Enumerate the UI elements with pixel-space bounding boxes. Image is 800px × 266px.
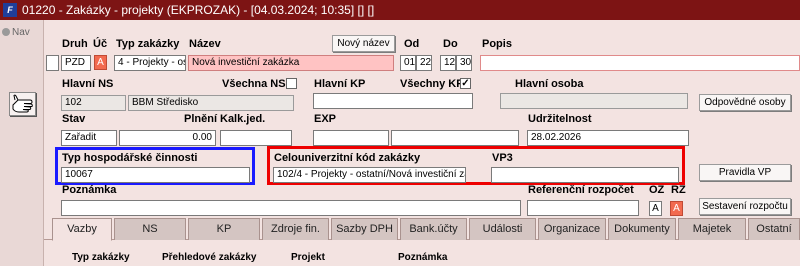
hlavni-osoba-field[interactable] — [500, 93, 688, 109]
column-header-projekt: Projekt — [291, 252, 325, 263]
poznamka-label: Poznámka — [62, 184, 117, 196]
od-year-field[interactable]: 22 — [416, 55, 432, 71]
tab-organizace[interactable]: Organizace — [538, 218, 606, 240]
pravidla-vp-button[interactable]: Pravidla VP — [699, 164, 791, 181]
hlavni-osoba-label: Hlavní osoba — [515, 78, 584, 90]
nav-toggle[interactable]: Nav — [2, 27, 30, 38]
druh-field[interactable]: PZD — [61, 55, 91, 71]
tab-ostatni[interactable]: Ostatní — [748, 218, 800, 240]
udrzitelnost-label: Udržitelnost — [528, 113, 592, 125]
sestaveni-rozpoctu-button[interactable]: Sestavení rozpočtu — [699, 198, 791, 215]
novy-nazev-button[interactable]: Nový název — [332, 35, 395, 52]
tab-dokumenty[interactable]: Dokumenty — [608, 218, 676, 240]
vsechna-ns-checkbox[interactable] — [286, 78, 297, 89]
row-selector[interactable] — [46, 55, 59, 71]
do-label: Do — [443, 38, 458, 50]
exp-field-2[interactable] — [391, 130, 519, 146]
udrzitelnost-field[interactable]: 28.02.2026 — [527, 130, 689, 146]
exp-label: EXP — [314, 113, 337, 125]
tab-ns[interactable]: NS — [114, 218, 186, 240]
stav-label: Stav — [62, 113, 86, 125]
vp3-field[interactable] — [491, 167, 679, 183]
window-titlebar: F 01220 - Zakázky - projekty (EKPROZAK) … — [0, 0, 800, 20]
rz-label: RZ — [671, 184, 686, 196]
ns-code-field[interactable]: 102 — [61, 95, 126, 111]
referencni-rozpocet-label: Referenční rozpočet — [528, 184, 634, 196]
poznamka-field[interactable] — [61, 200, 521, 216]
tab-kp[interactable]: KP — [188, 218, 260, 240]
nazev-field[interactable]: Nová investiční zakázka — [188, 55, 394, 71]
plneni-field[interactable]: 0.00 — [119, 130, 216, 146]
ns-name-field: BBM Středisko — [128, 95, 294, 111]
typ-hosp-cinnosti-label: Typ hospodářské činnosti — [62, 152, 198, 164]
nazev-label: Název — [189, 38, 221, 50]
rz-field[interactable]: A — [670, 201, 683, 216]
column-header-typ-zakazky: Typ zakázky — [72, 252, 130, 263]
oz-label: OZ — [649, 184, 665, 196]
referencni-rozpocet-field[interactable] — [527, 200, 639, 216]
column-header-prehledove-zakazky: Přehledové zakázky — [162, 252, 257, 263]
od-month-field[interactable]: 01 — [400, 55, 416, 71]
typ-zakazky-field[interactable]: 4 - Projekty - ostatní — [114, 55, 186, 71]
pointer-hand-button[interactable] — [9, 92, 36, 116]
left-navigation-panel: Nav — [0, 20, 44, 266]
stav-field[interactable]: Zařadit — [61, 130, 117, 146]
uc-label: Úč — [93, 38, 108, 50]
kod-zakazky-field[interactable]: 102/4 - Projekty - ostatní/Nová investič… — [273, 167, 466, 183]
column-header-poznamka: Poznámka — [398, 252, 448, 263]
do-year-field[interactable]: 30 — [456, 55, 472, 71]
popis-field[interactable] — [480, 55, 800, 71]
typ-hosp-cinnosti-field[interactable]: 10067 — [61, 167, 250, 183]
tab-vazby[interactable]: Vazby — [52, 218, 112, 241]
pointing-hand-icon — [12, 94, 33, 113]
vsechna-ns-label: Všechna NS — [222, 78, 286, 90]
detail-tab-bar: Vazby NS KP Zdroje fin. Sazby DPH Bank.ú… — [44, 218, 800, 241]
hlavni-kp-label: Hlavní KP — [314, 78, 366, 90]
kalk-jed-field[interactable] — [220, 130, 292, 146]
typ-zakazky-label: Typ zakázky — [116, 38, 180, 50]
kod-zakazky-label: Celouniverzitní kód zakázky — [274, 152, 421, 164]
odpovedne-osoby-button[interactable]: Odpovědné osoby — [699, 94, 791, 111]
window-title: 01220 - Zakázky - projekty (EKPROZAK) - … — [22, 3, 375, 17]
oz-field[interactable]: A — [649, 201, 662, 216]
nav-radio-icon[interactable] — [2, 28, 10, 36]
tab-majetek[interactable]: Majetek — [678, 218, 746, 240]
app-logo-icon: F — [3, 3, 17, 17]
vsechny-kp-label: Všechny KP — [400, 78, 464, 90]
exp-field-1[interactable] — [313, 130, 389, 146]
do-month-field[interactable]: 12 — [440, 55, 456, 71]
plneni-label: Plnění — [184, 113, 218, 125]
tab-sazby-dph[interactable]: Sazby DPH — [331, 218, 398, 240]
od-label: Od — [404, 38, 420, 50]
vsechny-kp-checkbox[interactable]: ✓ — [460, 78, 471, 89]
hlavni-kp-field[interactable] — [313, 93, 473, 109]
vp3-label: VP3 — [492, 152, 513, 164]
nav-label: Nav — [12, 27, 30, 38]
hlavni-ns-label: Hlavní NS — [62, 78, 114, 90]
tab-bank-ucty[interactable]: Bank.účty — [400, 218, 467, 240]
kalk-jed-label: Kalk.jed. — [220, 113, 266, 125]
tab-zdroje-fin[interactable]: Zdroje fin. — [262, 218, 329, 240]
uc-field[interactable]: A — [94, 55, 107, 70]
popis-label: Popis — [482, 38, 512, 50]
tab-udalosti[interactable]: Události — [469, 218, 536, 240]
druh-label: Druh — [62, 38, 88, 50]
